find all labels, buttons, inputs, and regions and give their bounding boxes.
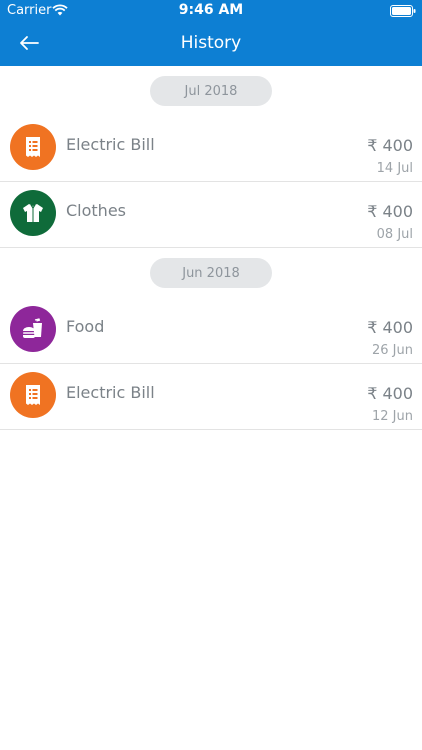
transaction-label: Clothes <box>66 201 126 220</box>
month-pill: Jun 2018 <box>150 258 272 288</box>
app-header: Carrier 9:46 AM History <box>0 0 422 66</box>
shirt-icon <box>10 190 56 236</box>
transaction-label: Electric Bill <box>66 135 155 154</box>
history-list: Jul 2018 Electric Bill ₹ 400 14 Jul Clothes ₹… <box>0 66 422 430</box>
transaction-date: 08 Jul <box>376 227 413 242</box>
transaction-row[interactable]: Clothes ₹ 400 08 Jul <box>0 182 422 248</box>
battery-icon <box>390 5 416 17</box>
transaction-date: 26 Jun <box>372 343 413 358</box>
month-pill: Jul 2018 <box>150 76 272 106</box>
status-bar: Carrier 9:46 AM <box>0 0 422 22</box>
bill-icon <box>10 124 56 170</box>
transaction-label: Food <box>66 317 105 336</box>
transaction-amount: ₹ 400 <box>367 136 413 155</box>
nav-bar: History <box>0 22 422 66</box>
transaction-amount: ₹ 400 <box>367 202 413 221</box>
section-header: Jun 2018 <box>0 248 422 298</box>
transaction-date: 14 Jul <box>376 161 413 176</box>
bill-icon <box>10 372 56 418</box>
section-header: Jul 2018 <box>0 66 422 116</box>
food-icon <box>10 306 56 352</box>
status-time: 9:46 AM <box>178 2 244 18</box>
transaction-date: 12 Jun <box>372 409 413 424</box>
transaction-row[interactable]: Electric Bill ₹ 400 14 Jul <box>0 116 422 182</box>
page-title: History <box>180 33 242 53</box>
transaction-label: Electric Bill <box>66 383 155 402</box>
transaction-amount: ₹ 400 <box>367 318 413 337</box>
transaction-amount: ₹ 400 <box>367 384 413 403</box>
transaction-row[interactable]: Food ₹ 400 26 Jun <box>0 298 422 364</box>
transaction-row[interactable]: Electric Bill ₹ 400 12 Jun <box>0 364 422 430</box>
